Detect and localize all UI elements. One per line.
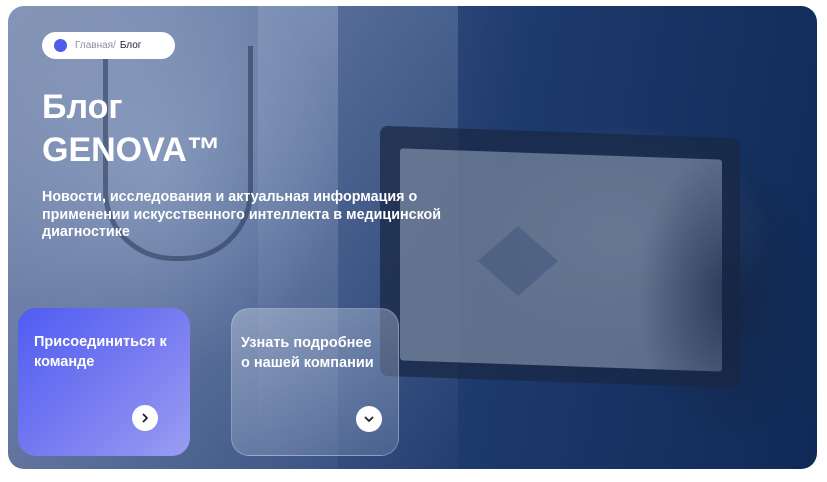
- page-title-line1: Блог: [42, 88, 123, 126]
- laptop-shape: [380, 125, 740, 389]
- chevron-down-icon[interactable]: [356, 406, 382, 432]
- join-team-label: Присоединиться к команде: [34, 334, 167, 370]
- person-silhouette: [568, 66, 817, 469]
- page-subtitle: Новости, исследования и актуальная инфор…: [42, 189, 442, 240]
- page-title-line2: GENOVA™: [42, 131, 221, 169]
- breadcrumb-home-link[interactable]: Главная/: [75, 40, 116, 51]
- breadcrumb-dot-icon: [54, 39, 67, 52]
- page-title: Блог GENOVA™: [42, 86, 221, 172]
- join-team-card[interactable]: Присоединиться к команде: [18, 308, 190, 456]
- about-company-card[interactable]: Узнать подробнее о нашей компании: [231, 308, 399, 456]
- about-company-label: Узнать подробнее о нашей компании: [241, 335, 374, 371]
- laptop-screen-shape: [400, 148, 722, 372]
- chevron-right-icon[interactable]: [132, 405, 158, 431]
- breadcrumb: Главная/ Блог: [42, 32, 175, 59]
- breadcrumb-current: Блог: [119, 40, 142, 51]
